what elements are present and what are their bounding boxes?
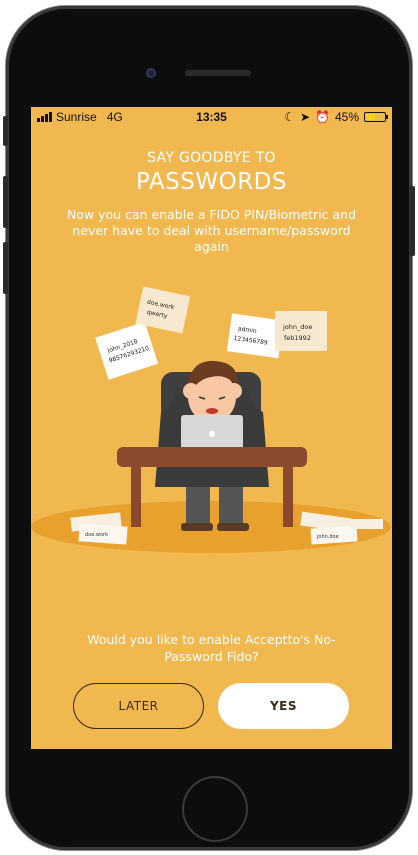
floor-note-left: doe.work <box>70 512 128 545</box>
front-camera <box>146 68 156 78</box>
left-hand <box>183 383 199 399</box>
stressed-user-illustration: doe.work john.doe john_2018 98576293210 … <box>31 287 391 553</box>
heading-big: PASSWORDS <box>136 169 287 195</box>
screen: Sunrise 4G 13:35 ☾ ➤ ⏰ 45% SAY GOODBYE T… <box>31 107 392 749</box>
laptop-logo <box>209 431 215 437</box>
battery-percent: 45% <box>334 110 359 124</box>
desk-top <box>117 447 307 467</box>
svg-text:john.doe: john.doe <box>316 534 339 540</box>
note-left: john_2018 98576293210 <box>95 321 159 380</box>
svg-text:doe.work: doe.work <box>85 532 108 538</box>
home-button[interactable] <box>182 776 248 842</box>
status-bar: Sunrise 4G 13:35 ☾ ➤ ⏰ 45% <box>31 107 392 127</box>
right-shoe <box>217 523 249 531</box>
later-button[interactable]: LATER <box>73 683 204 729</box>
moon-icon: ☾ <box>284 110 295 124</box>
subtitle: Now you can enable a FIDO PIN/Biometric … <box>66 207 357 254</box>
svg-text:feb1992: feb1992 <box>284 334 311 342</box>
yes-button[interactable]: YES <box>218 683 349 729</box>
location-icon: ➤ <box>299 110 311 124</box>
status-right: ☾ ➤ ⏰ 45% <box>284 110 388 124</box>
power-button <box>410 186 415 256</box>
left-shoe <box>181 523 213 531</box>
desk-leg-left <box>131 467 141 527</box>
heading-small: SAY GOODBYE TO <box>147 150 276 166</box>
volume-up-button <box>3 176 8 228</box>
battery-icon <box>364 112 388 122</box>
right-hand <box>226 383 242 399</box>
enable-question: Would you like to enable Acceptto's No-P… <box>87 632 336 664</box>
svg-text:john_doe: john_doe <box>282 323 312 331</box>
desk-leg-right <box>283 467 293 527</box>
earpiece-speaker <box>185 70 251 76</box>
note-right: john_doe feb1992 <box>275 311 327 351</box>
mouth <box>206 408 218 414</box>
mute-switch <box>3 116 8 146</box>
alarm-icon: ⏰ <box>315 110 330 124</box>
volume-down-button <box>3 242 8 294</box>
